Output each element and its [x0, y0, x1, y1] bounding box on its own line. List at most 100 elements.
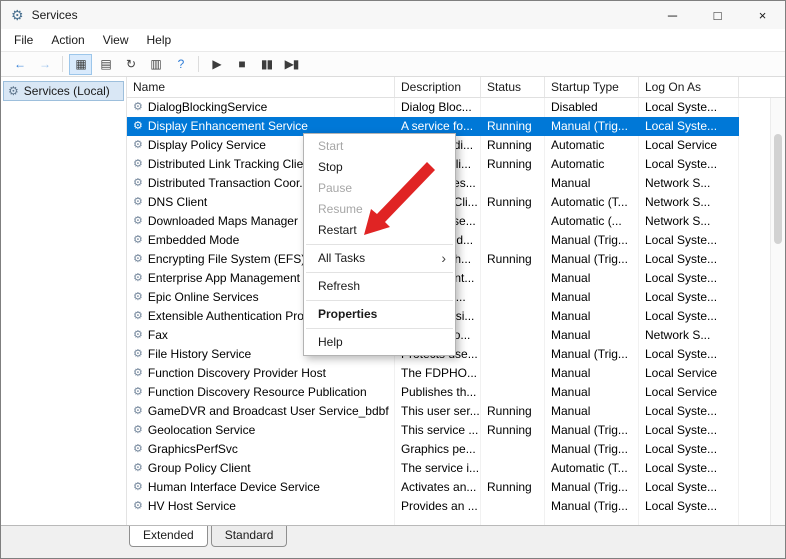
cell-log_on_as: Local Service: [639, 383, 739, 402]
cell-log_on_as: Local Syste...: [639, 497, 739, 516]
services-tree-icon: ⚙: [8, 84, 19, 98]
cell-log_on_as: Local Syste...: [639, 478, 739, 497]
service-name: GameDVR and Broadcast User Service_bdbf9: [148, 402, 389, 421]
forward-button[interactable]: →: [33, 54, 56, 75]
window-controls: ─□×: [650, 1, 785, 29]
menu-separator: [306, 328, 453, 329]
cell-log_on_as: Local Syste...: [639, 231, 739, 250]
cell-log_on_as: Local Syste...: [639, 250, 739, 269]
toolbar-separator: [62, 56, 63, 72]
cell-startup_type: Manual (Trig...: [545, 497, 639, 516]
cell-status: [481, 231, 545, 250]
close-button[interactable]: ×: [740, 1, 785, 29]
service-gear-icon: ⚙: [133, 212, 143, 231]
cell-status: [481, 364, 545, 383]
column-header-startup-type[interactable]: Startup Type: [545, 77, 639, 97]
column-header-log-on-as[interactable]: Log On As: [639, 77, 739, 97]
scrollbar-thumb[interactable]: [774, 134, 782, 244]
menu-separator: [306, 300, 453, 301]
cell-status: Running: [481, 136, 545, 155]
back-button[interactable]: ←: [8, 54, 31, 75]
cell-startup_type: Manual (Trig...: [545, 117, 639, 136]
status-bar: ExtendedStandard: [1, 525, 785, 558]
properties-button[interactable]: ▤: [94, 54, 117, 75]
show-console-tree-button[interactable]: ▦: [69, 54, 92, 75]
help-button[interactable]: ?: [169, 54, 192, 75]
column-header-description[interactable]: Description: [395, 77, 481, 97]
menu-separator: [306, 272, 453, 273]
cell-status: Running: [481, 421, 545, 440]
service-name: Human Interface Device Service: [148, 478, 389, 497]
service-gear-icon: ⚙: [133, 326, 143, 345]
vertical-scrollbar[interactable]: [770, 98, 785, 525]
column-header-name[interactable]: Name: [127, 77, 395, 97]
table-row[interactable]: ⚙HV Host ServiceProvides an ...Manual (T…: [127, 497, 739, 516]
table-row[interactable]: ⚙Group Policy ClientThe service i...Auto…: [127, 459, 739, 478]
context-menu-item-stop[interactable]: Stop: [304, 157, 455, 178]
cell-description: Provides an ...: [395, 497, 481, 516]
refresh-button[interactable]: ↻: [119, 54, 142, 75]
table-row[interactable]: ⚙Function Discovery Resource Publication…: [127, 383, 739, 402]
table-row[interactable]: ⚙Function Discovery Provider HostThe FDP…: [127, 364, 739, 383]
cell-name: ⚙Geolocation Service: [127, 421, 395, 440]
table-body: ⚙DialogBlockingServiceDialog Bloc...Disa…: [127, 98, 785, 525]
cell-startup_type: Automatic (...: [545, 212, 639, 231]
cell-status: [481, 459, 545, 478]
table-row[interactable]: ⚙GraphicsPerfSvcGraphics pe...Manual (Tr…: [127, 440, 739, 459]
table-header: NameDescriptionStatusStartup TypeLog On …: [127, 77, 785, 98]
cell-status: [481, 269, 545, 288]
menu-bar: FileActionViewHelp: [1, 29, 785, 51]
tree-item-services-local[interactable]: ⚙ Services (Local): [3, 81, 124, 101]
column-header-status[interactable]: Status: [481, 77, 545, 97]
pause-service-button[interactable]: ▮▮: [255, 54, 278, 75]
cell-name: ⚙GraphicsPerfSvc: [127, 440, 395, 459]
context-menu-item-restart[interactable]: Restart: [304, 220, 455, 241]
service-gear-icon: ⚙: [133, 174, 143, 193]
cell-status: [481, 174, 545, 193]
service-gear-icon: ⚙: [133, 345, 143, 364]
context-menu-item-label: Resume: [318, 202, 363, 216]
cell-log_on_as: Network S...: [639, 193, 739, 212]
cell-log_on_as: Local Service: [639, 364, 739, 383]
menu-separator: [306, 244, 453, 245]
table-row[interactable]: ⚙GameDVR and Broadcast User Service_bdbf…: [127, 402, 739, 421]
cell-startup_type: Manual (Trig...: [545, 231, 639, 250]
cell-name: ⚙Function Discovery Resource Publication: [127, 383, 395, 402]
context-menu-item-properties[interactable]: Properties: [304, 304, 455, 325]
context-menu-item-all-tasks[interactable]: All Tasks›: [304, 248, 455, 269]
restart-service-button[interactable]: ▶▮: [280, 54, 303, 75]
cell-name: ⚙GameDVR and Broadcast User Service_bdbf…: [127, 402, 395, 421]
cell-status: [481, 497, 545, 516]
menu-help[interactable]: Help: [138, 30, 181, 50]
view-tab-extended[interactable]: Extended: [129, 526, 208, 547]
context-menu-item-label: Restart: [318, 223, 357, 237]
context-menu-item-label: Properties: [318, 307, 377, 321]
context-menu-item-label: Help: [318, 335, 343, 349]
table-row[interactable]: ⚙DialogBlockingServiceDialog Bloc...Disa…: [127, 98, 739, 117]
stop-service-button[interactable]: ■: [230, 54, 253, 75]
menu-view[interactable]: View: [94, 30, 138, 50]
context-menu-item-label: Pause: [318, 181, 352, 195]
start-service-button[interactable]: ▶: [205, 54, 228, 75]
services-list-panel: NameDescriptionStatusStartup TypeLog On …: [127, 77, 785, 525]
cell-startup_type: Manual (Trig...: [545, 250, 639, 269]
cell-startup_type: Manual (Trig...: [545, 478, 639, 497]
export-list-button[interactable]: ▥: [144, 54, 167, 75]
menu-file[interactable]: File: [5, 30, 42, 50]
cell-description: This user ser...: [395, 402, 481, 421]
service-gear-icon: ⚙: [133, 307, 143, 326]
view-tab-standard[interactable]: Standard: [211, 526, 288, 547]
tree-item-label: Services (Local): [24, 84, 110, 98]
table-row[interactable]: ⚙Human Interface Device ServiceActivates…: [127, 478, 739, 497]
maximize-button[interactable]: □: [695, 1, 740, 29]
cell-startup_type: Manual (Trig...: [545, 440, 639, 459]
context-menu-item-help[interactable]: Help: [304, 332, 455, 353]
menu-action[interactable]: Action: [42, 30, 93, 50]
context-menu-item-refresh[interactable]: Refresh: [304, 276, 455, 297]
service-gear-icon: ⚙: [133, 383, 143, 402]
minimize-button[interactable]: ─: [650, 1, 695, 29]
context-menu-item-resume: Resume: [304, 199, 455, 220]
cell-startup_type: Manual: [545, 307, 639, 326]
table-row[interactable]: ⚙Geolocation ServiceThis service ...Runn…: [127, 421, 739, 440]
cell-startup_type: Disabled: [545, 98, 639, 117]
